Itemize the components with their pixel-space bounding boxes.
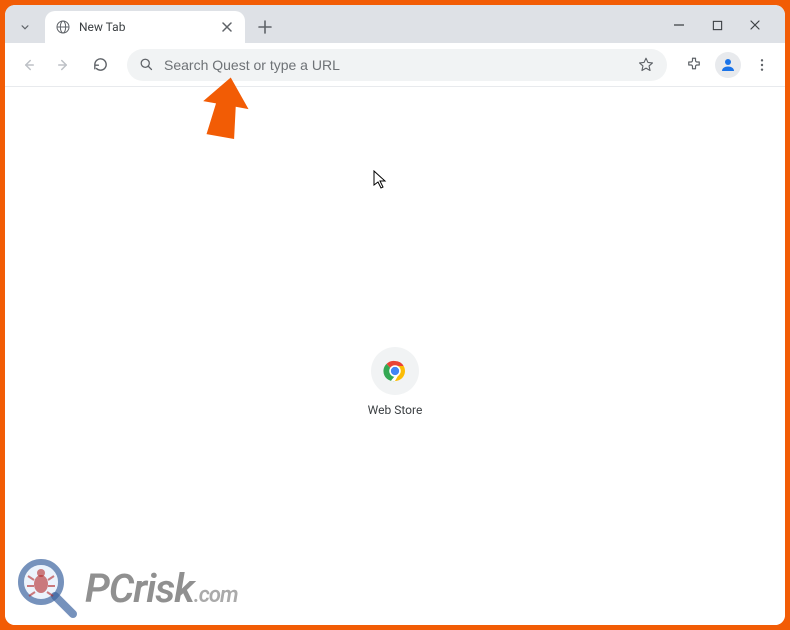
browser-tab[interactable]: New Tab	[45, 11, 245, 43]
close-tab-button[interactable]	[219, 19, 235, 35]
extensions-button[interactable]	[679, 50, 709, 80]
kebab-menu-icon	[754, 57, 770, 73]
window-controls	[669, 15, 779, 35]
search-tabs-button[interactable]	[11, 13, 39, 41]
address-bar[interactable]	[127, 49, 667, 81]
toolbar	[5, 43, 785, 87]
tab-title: New Tab	[79, 20, 211, 34]
back-button[interactable]	[13, 50, 43, 80]
browser-window: New Tab	[5, 5, 785, 625]
person-icon	[719, 56, 737, 74]
shortcut-web-store[interactable]: Web Store	[345, 347, 445, 417]
arrow-left-icon	[19, 56, 37, 74]
reload-button[interactable]	[85, 50, 115, 80]
maximize-button[interactable]	[707, 15, 727, 35]
reload-icon	[92, 56, 109, 73]
maximize-icon	[712, 20, 723, 31]
chevron-down-icon	[18, 20, 32, 34]
tab-strip: New Tab	[5, 5, 785, 43]
close-icon	[222, 22, 232, 32]
plus-icon	[258, 20, 272, 34]
chrome-icon	[383, 359, 407, 383]
menu-button[interactable]	[747, 50, 777, 80]
new-tab-button[interactable]	[251, 13, 279, 41]
arrow-right-icon	[55, 56, 73, 74]
extensions-icon	[685, 56, 703, 74]
star-icon[interactable]	[637, 56, 655, 74]
search-icon	[139, 57, 154, 72]
shortcut-grid: Web Store	[345, 347, 445, 417]
minimize-icon	[673, 19, 685, 31]
close-window-button[interactable]	[745, 15, 765, 35]
globe-icon	[55, 19, 71, 35]
shortcut-label: Web Store	[368, 403, 423, 417]
minimize-button[interactable]	[669, 15, 689, 35]
address-input[interactable]	[164, 57, 627, 73]
page-content: Web Store	[5, 87, 785, 625]
close-icon	[749, 19, 761, 31]
shortcut-tile	[371, 347, 419, 395]
forward-button[interactable]	[49, 50, 79, 80]
profile-button[interactable]	[715, 52, 741, 78]
